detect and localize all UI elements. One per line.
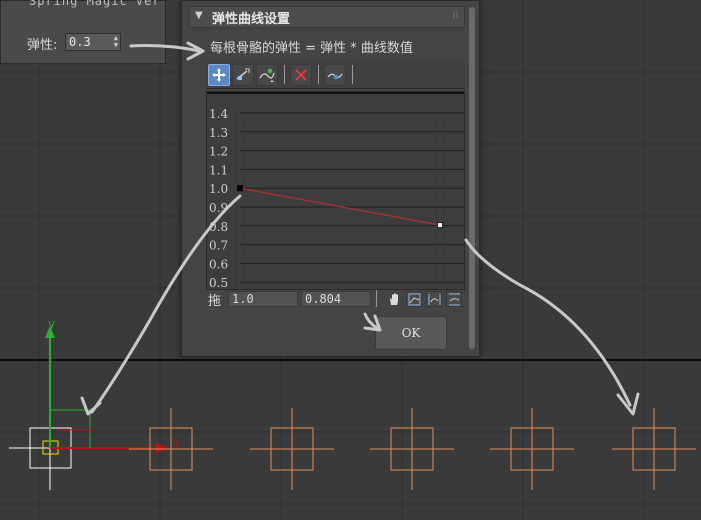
- delete-x-icon: [295, 69, 307, 81]
- drag-label: 拖: [208, 294, 222, 309]
- point-x-field[interactable]: 1.0: [228, 291, 298, 307]
- reset-curve-icon: [327, 73, 343, 80]
- spinner-arrows-icon[interactable]: ▲ ▼: [114, 35, 118, 49]
- axis-y-label: y: [48, 317, 56, 331]
- move-arrows-icon: [212, 68, 226, 82]
- spring-curve-dialog: ▼ 弹性曲线设置 ⠿ 每根骨骼的弹性 = 弹性 * 曲线数值 1.4 1.3 1…: [181, 0, 480, 357]
- curve-end-point[interactable]: [437, 222, 443, 229]
- dialog-header[interactable]: ▼ 弹性曲线设置 ⠿: [189, 6, 465, 28]
- y-tick-label: 0.8: [209, 220, 228, 234]
- axis-x-label: x: [173, 437, 180, 450]
- zoom-horizontal-icon: [428, 294, 441, 305]
- dialog-scrollbar[interactable]: [469, 7, 475, 349]
- delete-point-button[interactable]: [290, 64, 312, 86]
- y-tick-label: 1.2: [209, 145, 228, 159]
- reset-curve-button[interactable]: [324, 64, 346, 86]
- zoom-vertical-icon: [449, 293, 460, 306]
- panel-title: Spring Magic Ver: [29, 0, 161, 8]
- insert-point-button[interactable]: [256, 64, 278, 86]
- toolbar-divider: [284, 65, 285, 84]
- drag-grip-icon[interactable]: ⠿: [452, 11, 459, 22]
- y-tick-label: 1.3: [209, 126, 228, 140]
- spring-value: 0.3: [69, 35, 91, 49]
- zoom-horizontal-button[interactable]: [426, 291, 442, 307]
- status-row: 拖 1.0 0.804: [206, 290, 465, 309]
- status-divider: [376, 290, 377, 307]
- y-tick-label: 0.9: [209, 201, 228, 215]
- y-tick-label: 0.6: [209, 257, 228, 271]
- hand-icon: [390, 293, 398, 305]
- curve-toolbar: [206, 61, 465, 89]
- toolbar-divider: [352, 65, 353, 84]
- pan-button[interactable]: [386, 291, 402, 307]
- scale-point-button[interactable]: [232, 64, 254, 86]
- formula-text: 每根骨骼的弹性 = 弹性 * 曲线数值: [210, 41, 413, 56]
- curve-start-point[interactable]: [237, 185, 243, 192]
- spring-label: 弹性:: [27, 38, 58, 53]
- y-tick-label: 1.1: [209, 163, 228, 177]
- spring-spinner[interactable]: 0.3 ▲ ▼: [65, 33, 121, 51]
- y-tick-label: 0.7: [209, 239, 228, 253]
- collapse-triangle-icon[interactable]: ▼: [195, 10, 203, 21]
- curve-graph-canvas[interactable]: 1.4 1.3 1.2 1.1 1.0 0.9 0.8 0.7 0.6 0.5: [207, 92, 464, 289]
- ok-button[interactable]: OK: [375, 316, 447, 350]
- point-y-field[interactable]: 0.804: [301, 291, 371, 307]
- zoom-extents-icon: [408, 293, 421, 306]
- spring-param-panel: Spring Magic Ver 弹性: 0.3 ▲ ▼: [0, 0, 166, 64]
- zoom-vertical-button[interactable]: [446, 291, 462, 307]
- toolbar-divider: [318, 65, 319, 84]
- curve-graph[interactable]: 1.4 1.3 1.2 1.1 1.0 0.9 0.8 0.7 0.6 0.5: [206, 91, 465, 290]
- y-tick-label: 1.4: [209, 107, 228, 121]
- move-tool-button[interactable]: [208, 64, 230, 86]
- scale-point-icon: [236, 68, 250, 80]
- y-tick-label: 0.5: [209, 276, 228, 289]
- insert-point-icon: [259, 68, 275, 82]
- dialog-title: 弹性曲线设置: [212, 12, 291, 27]
- zoom-extents-button[interactable]: [406, 291, 422, 307]
- y-tick-label: 1.0: [209, 182, 228, 196]
